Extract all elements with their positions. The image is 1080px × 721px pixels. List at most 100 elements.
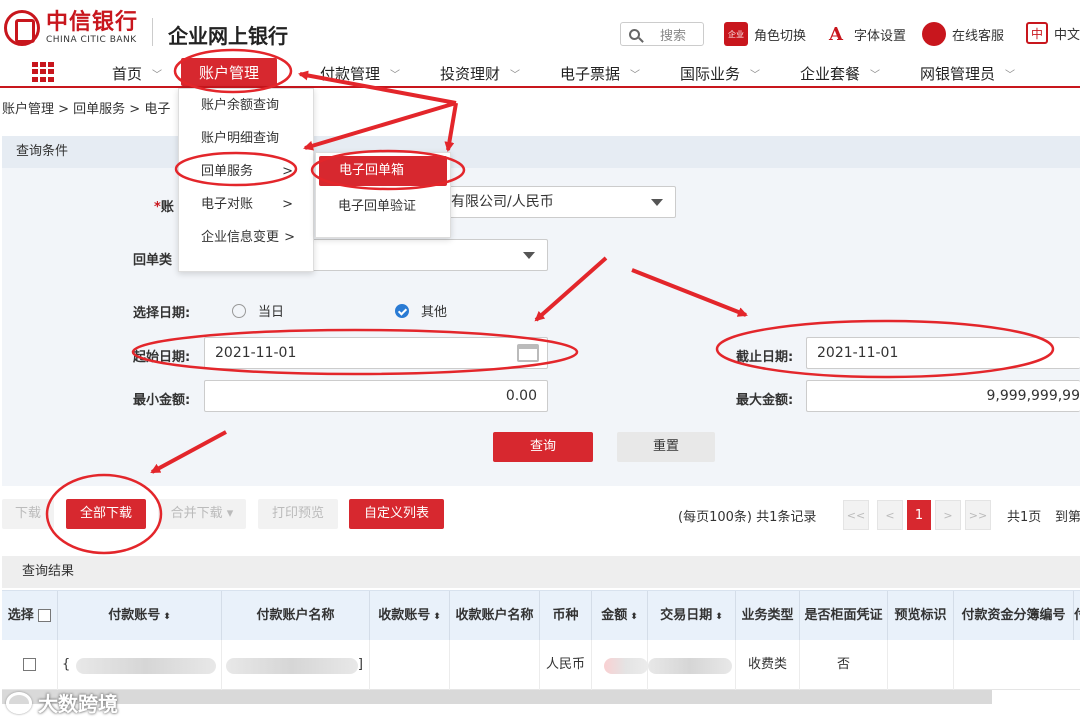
col-payee-account[interactable]: 收款账号 ⬍: [370, 591, 450, 641]
start-date-input[interactable]: 2021-11-01: [204, 337, 548, 369]
currency-cell: 人民币: [540, 640, 592, 690]
print-preview-button[interactable]: 打印预览: [258, 499, 338, 529]
chevron-down-icon: ﹀: [630, 70, 641, 81]
records-info: (每页100条) 共1条记录: [678, 510, 817, 525]
col-trade-date[interactable]: 交易日期 ⬍: [648, 591, 736, 641]
top-header: 中信银行 CHINA CITIC BANK 企业网上银行 搜索 企业 角色切换 …: [0, 0, 1080, 60]
sort-icon: ⬍: [630, 612, 638, 622]
pager-first-button[interactable]: <<: [843, 500, 869, 530]
sort-icon: ⬍: [433, 612, 441, 622]
menu-item-detail-query[interactable]: 账户明细查询: [179, 122, 313, 155]
nav-payment-management[interactable]: 付款管理 ﹀: [320, 63, 400, 84]
select-all-checkbox[interactable]: [38, 609, 52, 622]
menu-item-e-receipt-box[interactable]: 电子回单箱: [319, 156, 447, 186]
search-input[interactable]: 搜索: [620, 22, 704, 46]
max-amount-input[interactable]: 9,999,999,99: [806, 380, 1080, 412]
nav-account-management[interactable]: 账户管理: [181, 58, 278, 86]
redacted-payer-name: [226, 658, 358, 674]
nav-international[interactable]: 国际业务 ﹀: [680, 63, 760, 84]
reset-button[interactable]: 重置: [617, 432, 715, 462]
min-amount-input[interactable]: 0.00: [204, 380, 548, 412]
receipt-type-label: 回单类: [133, 253, 173, 268]
nav-label: 首页: [112, 65, 143, 83]
breadcrumb: 账户管理 > 回单服务 > 电子: [2, 102, 171, 117]
menu-item-info-change[interactable]: 企业信息变更 >: [179, 221, 313, 254]
menu-item-e-receipt-verify[interactable]: 电子回单验证: [316, 189, 450, 225]
role-switch-icon: 企业: [724, 22, 748, 46]
nav-enterprise-package[interactable]: 企业套餐 ﹀: [800, 63, 880, 84]
menu-item-balance-query[interactable]: 账户余额查询: [179, 89, 313, 122]
start-date-label: 起始日期:: [133, 350, 191, 365]
watermark-logo-icon: [6, 691, 32, 714]
dropdown-caret-icon: [523, 252, 535, 259]
pager-current-page[interactable]: 1: [907, 500, 931, 530]
row-checkbox[interactable]: [23, 658, 36, 671]
col-payee-name: 收款账户名称: [450, 591, 540, 641]
pager-last-button[interactable]: >>: [965, 500, 991, 530]
search-placeholder: 搜索: [660, 28, 687, 44]
logo-divider: [152, 18, 153, 46]
redacted-payer-account: [76, 658, 216, 674]
nav-investment[interactable]: 投资理财 ﹀: [440, 63, 520, 84]
bank-logo[interactable]: 中信银行 CHINA CITIC BANK: [4, 10, 138, 46]
role-switch-button[interactable]: 企业 角色切换: [724, 22, 806, 46]
custom-columns-button[interactable]: 自定义列表: [349, 499, 444, 529]
row-select-cell: [2, 640, 58, 690]
nav-e-bills[interactable]: 电子票据 ﹀: [560, 63, 640, 84]
col-payer-account[interactable]: 付款账号 ⬍: [58, 591, 222, 641]
menu-item-e-reconciliation[interactable]: 电子对账 >: [179, 188, 313, 221]
query-button[interactable]: 查询: [493, 432, 593, 462]
col-business-type: 业务类型: [736, 591, 800, 641]
calendar-icon[interactable]: [517, 344, 539, 362]
app-grid-icon[interactable]: [32, 62, 54, 82]
font-settings-button[interactable]: A 字体设置: [824, 22, 906, 46]
nav-label: 网银管理员: [920, 65, 996, 83]
table-row[interactable]: { ] 人民币 收费类 否: [2, 640, 1080, 690]
receipt-service-submenu: 电子回单箱 电子回单验证: [315, 152, 451, 238]
radio-today[interactable]: 当日: [232, 301, 284, 320]
counter-voucher-cell: 否: [800, 640, 888, 690]
merge-download-button[interactable]: 合并下载 ▾: [158, 499, 246, 529]
account-label: *账: [154, 200, 174, 215]
account-select[interactable]: 有限公司/人民币: [440, 186, 676, 218]
max-amount-value: 9,999,999,99: [986, 388, 1080, 404]
nav-label: 国际业务: [680, 65, 741, 83]
nav-label: 投资理财: [440, 65, 501, 83]
chevron-down-icon: ﹀: [1005, 70, 1016, 81]
min-amount-label: 最小金额:: [133, 393, 191, 408]
radio-today-label: 当日: [258, 305, 285, 320]
pager-next-button[interactable]: >: [935, 500, 961, 530]
radio-other-label: 其他: [421, 305, 448, 320]
nav-home[interactable]: 首页 ﹀: [112, 63, 162, 84]
menu-item-receipt-service[interactable]: 回单服务 >: [179, 155, 313, 188]
account-value: 有限公司/人民币: [451, 194, 554, 210]
language-label: 中文: [1054, 27, 1080, 43]
end-date-label: 截止日期:: [736, 350, 794, 365]
end-date-input[interactable]: 2021-11-01: [806, 337, 1080, 369]
radio-other[interactable]: 其他: [395, 301, 447, 320]
download-button[interactable]: 下载: [2, 499, 54, 529]
nav-admin[interactable]: 网银管理员 ﹀: [920, 63, 1015, 84]
horizontal-scrollbar[interactable]: [2, 690, 992, 704]
pager-prev-button[interactable]: <: [877, 500, 903, 530]
amount-cell: [592, 640, 648, 690]
col-more: 付: [1074, 591, 1080, 641]
col-amount[interactable]: 金额 ⬍: [592, 591, 648, 641]
dropdown-caret-icon: [651, 199, 663, 206]
col-counter-voucher: 是否柜面凭证: [800, 591, 888, 641]
citic-logo-icon: [4, 10, 40, 46]
language-button[interactable]: 中 中文: [1026, 22, 1080, 44]
role-switch-label: 角色切换: [754, 28, 807, 44]
min-amount-value: 0.00: [505, 388, 537, 404]
col-sub-ledger: 付款资金分簿编号: [954, 591, 1074, 641]
payer-account-cell: {: [58, 640, 222, 690]
product-title: 企业网上银行: [168, 24, 288, 48]
radio-checked-icon: [395, 303, 409, 318]
receipt-type-select[interactable]: [310, 239, 548, 271]
col-currency: 币种: [540, 591, 592, 641]
online-service-button[interactable]: 在线客服: [922, 22, 1004, 46]
radio-unchecked-icon: [232, 303, 246, 318]
chevron-down-icon: ﹀: [870, 70, 881, 81]
nav-label: 企业套餐: [800, 65, 861, 83]
download-all-button[interactable]: 全部下载: [66, 499, 146, 529]
